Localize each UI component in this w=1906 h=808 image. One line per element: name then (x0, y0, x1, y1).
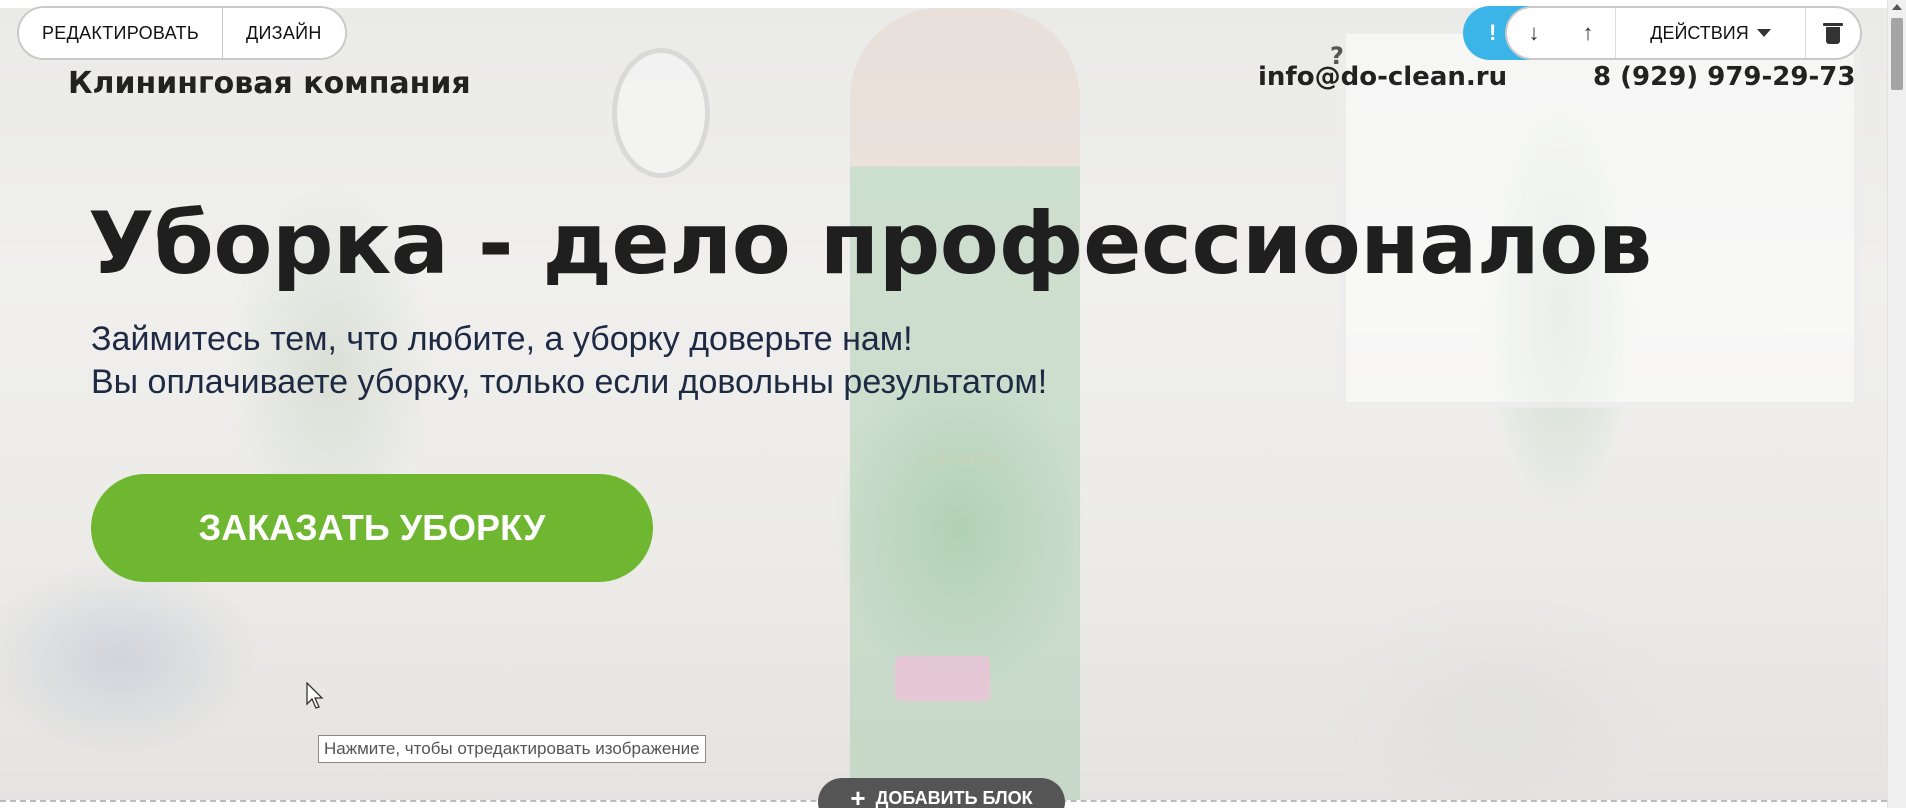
mouse-cursor-icon (306, 682, 324, 709)
contact-email: info@do-clean.ru (1258, 62, 1508, 92)
add-block-label: ДОБАВИТЬ БЛОК (875, 788, 1033, 808)
order-cleaning-button[interactable]: ЗАКАЗАТЬ УБОРКУ (91, 474, 653, 582)
block-actions-toolbar: ↓ ↑ ДЕЙСТВИЯ (1505, 6, 1862, 60)
arrow-down-icon: ↓ (1528, 20, 1540, 45)
scrollbar-thumb[interactable] (1891, 18, 1903, 90)
chevron-down-icon (1756, 29, 1771, 37)
plus-icon: + (850, 783, 866, 808)
scroll-up-arrow-icon[interactable] (1892, 4, 1902, 10)
actions-dropdown-label: ДЕЙСТВИЯ (1650, 22, 1749, 43)
contact-phone: 8 (929) 979-29-73 (1593, 62, 1856, 92)
image-edit-tooltip: Нажмите, чтобы отредактировать изображен… (318, 735, 706, 763)
hero-title: Уборка - дело профессионалов (88, 194, 1652, 294)
edit-mode-switcher: РЕДАКТИРОВАТЬ ДИЗАЙН (17, 6, 347, 60)
alert-icon: ! (1489, 20, 1497, 45)
hero-subtitle: Займитесь тем, что любите, а уборку дове… (91, 318, 1047, 404)
delete-block-button[interactable] (1806, 8, 1860, 58)
move-up-button[interactable]: ↑ (1561, 8, 1615, 58)
trash-icon (1823, 22, 1843, 44)
actions-dropdown[interactable]: ДЕЙСТВИЯ (1615, 8, 1806, 58)
hero-subtitle-line-2: Вы оплачиваете уборку, только если довол… (91, 363, 1048, 401)
edit-button[interactable]: РЕДАКТИРОВАТЬ (19, 8, 222, 58)
arrow-up-icon: ↑ (1582, 20, 1594, 45)
hero-subtitle-line-1: Займитесь тем, что любите, а уборку дове… (91, 320, 913, 358)
add-block-button[interactable]: + ДОБАВИТЬ БЛОК (818, 778, 1065, 808)
hero-image-overlay[interactable] (0, 8, 1887, 800)
design-button[interactable]: ДИЗАЙН (222, 8, 345, 58)
hero-section[interactable]: CLEANING Клининговая компания ? info@do-… (0, 8, 1887, 800)
move-down-button[interactable]: ↓ (1507, 8, 1561, 58)
brand-name: Клининговая компания (68, 66, 471, 101)
vertical-scrollbar[interactable] (1887, 0, 1906, 808)
